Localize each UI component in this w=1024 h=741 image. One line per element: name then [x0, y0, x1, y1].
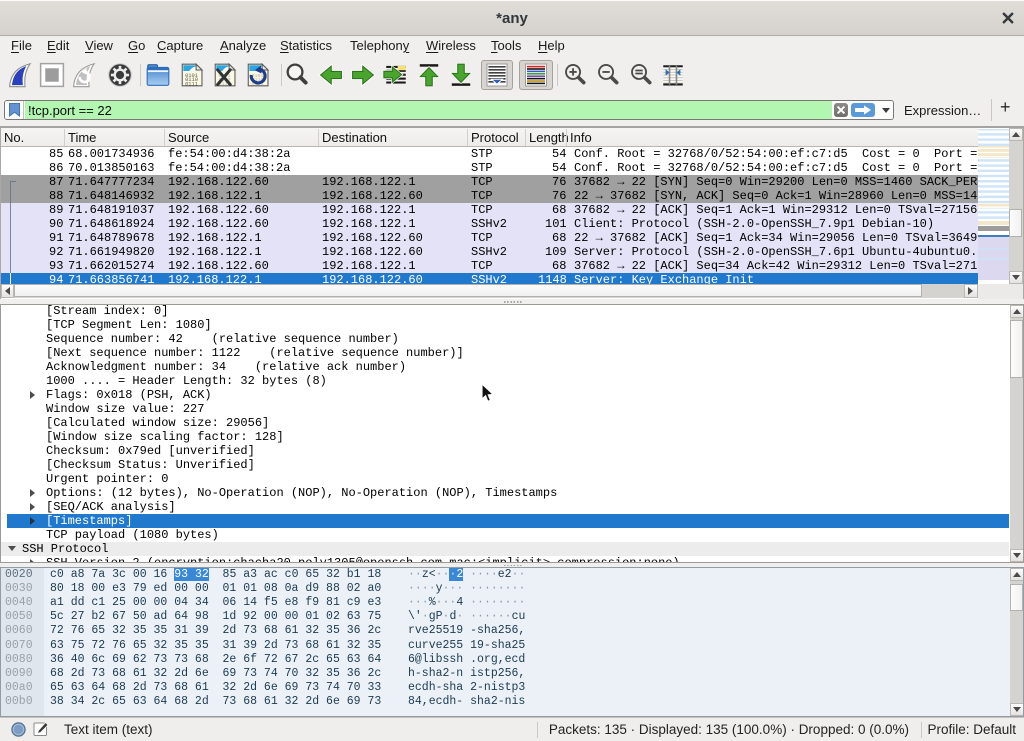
svg-text:0111: 0111	[185, 80, 198, 87]
